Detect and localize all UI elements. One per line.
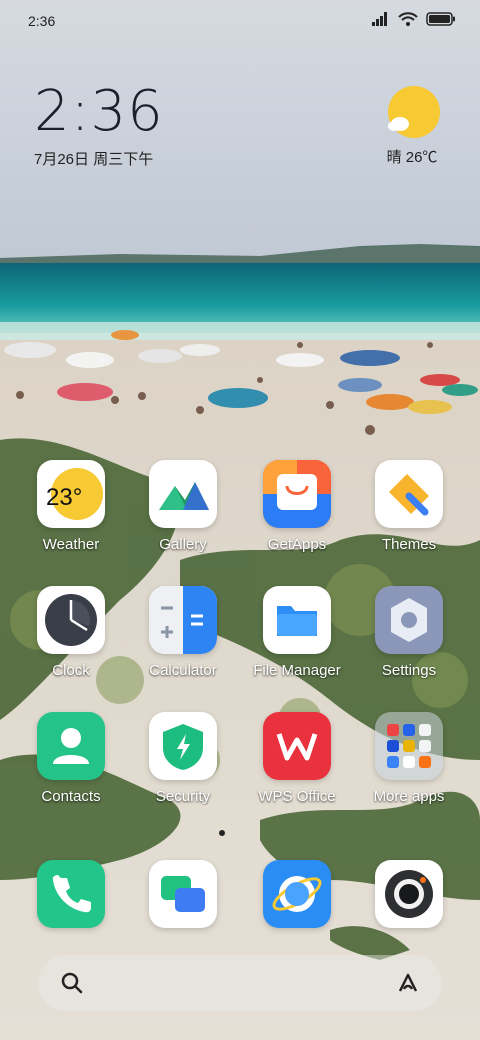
clock-widget[interactable]: 2:36 7月26日 周三下午 [34, 82, 164, 169]
wifi-icon [398, 12, 418, 26]
app-label: Calculator [149, 662, 217, 679]
app-getapps[interactable]: GetApps [242, 460, 352, 553]
app-clock[interactable]: Clock [16, 586, 126, 679]
status-bar: 2:36 [0, 0, 480, 42]
file-manager-icon [263, 586, 331, 654]
weather-text: 晴 26℃ [386, 149, 438, 166]
sun-cloud-icon [388, 86, 440, 138]
app-label: Settings [381, 662, 437, 679]
clock-time: 2:36 [34, 79, 164, 144]
app-label: More apps [373, 788, 445, 805]
dock-camera[interactable] [354, 860, 464, 928]
app-gallery[interactable]: Gallery [128, 460, 238, 553]
camera-icon [375, 860, 443, 928]
status-time: 2:36 [28, 13, 56, 29]
app-settings[interactable]: Settings [354, 586, 464, 679]
themes-icon [375, 460, 443, 528]
clock-icon [37, 586, 105, 654]
contacts-icon [37, 712, 105, 780]
dock-browser[interactable] [242, 860, 352, 928]
app-themes[interactable]: Themes [354, 460, 464, 553]
app-weather[interactable]: 23° Weather [16, 460, 126, 553]
browser-icon [263, 860, 331, 928]
gallery-icon [149, 460, 217, 528]
app-label: Themes [381, 536, 437, 553]
app-label: Clock [52, 662, 90, 679]
settings-icon [375, 586, 443, 654]
battery-icon [426, 12, 455, 26]
app-label: Contacts [41, 788, 101, 805]
getapps-icon [263, 460, 331, 528]
dock-phone[interactable] [16, 860, 126, 928]
app-security[interactable]: Security [128, 712, 238, 805]
search-icon [61, 972, 83, 994]
app-label: Weather [42, 536, 100, 553]
app-calculator[interactable]: Calculator [128, 586, 238, 679]
app-file-manager[interactable]: File Manager [242, 586, 352, 679]
folder-icon [375, 712, 443, 780]
app-contacts[interactable]: Contacts [16, 712, 126, 805]
app-label: File Manager [253, 662, 341, 679]
messages-icon [149, 860, 217, 928]
weather-widget[interactable] [384, 84, 444, 145]
search-bar[interactable] [38, 955, 442, 1011]
app-label: WPS Office [258, 788, 336, 805]
app-folder[interactable]: More apps [354, 712, 464, 805]
security-icon [149, 712, 217, 780]
page-indicator [219, 830, 225, 836]
assistant-icon[interactable] [394, 969, 422, 997]
app-wps-office[interactable]: WPS Office [242, 712, 352, 805]
status-icons [372, 12, 456, 26]
app-label: GetApps [267, 536, 327, 553]
app-label: Gallery [159, 536, 207, 553]
weather-badge: 23° [46, 484, 82, 511]
phone-icon [37, 860, 105, 928]
signal-icon [372, 12, 387, 26]
clock-date: 7月26日 周三下午 [34, 151, 154, 168]
calculator-icon [149, 586, 217, 654]
weather-icon: 23° [37, 460, 105, 528]
dock-messages[interactable] [128, 860, 238, 928]
wps-office-icon [263, 712, 331, 780]
app-label: Security [155, 788, 211, 805]
